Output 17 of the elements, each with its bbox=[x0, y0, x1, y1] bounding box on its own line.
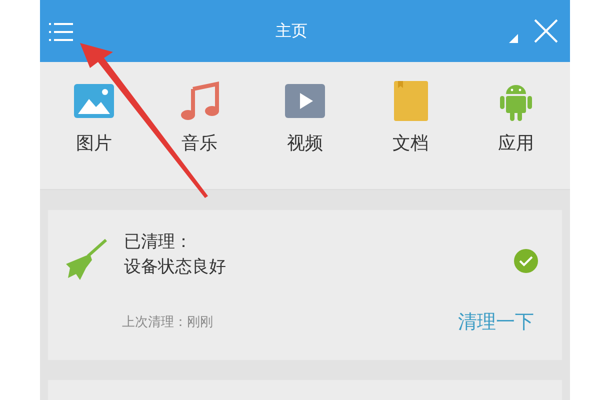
category-item[interactable]: 图片 bbox=[64, 80, 124, 189]
status-text: 设备状态良好 bbox=[124, 256, 227, 279]
category-item[interactable]: 音乐 bbox=[170, 80, 230, 189]
last-clean-text: 上次清理：刚刚 bbox=[122, 314, 213, 332]
play-icon bbox=[285, 84, 325, 118]
document-icon bbox=[394, 81, 428, 121]
category-item[interactable]: 文档 bbox=[380, 80, 440, 189]
category-item[interactable]: 应用 bbox=[486, 80, 546, 189]
category-item[interactable]: 视频 bbox=[275, 80, 335, 189]
picture-icon bbox=[74, 84, 114, 118]
status-heading: 已清理： bbox=[124, 231, 193, 254]
close-icon bbox=[534, 19, 558, 44]
corner-triangle-icon bbox=[509, 34, 518, 42]
screen-title: 主页 bbox=[276, 20, 308, 42]
music-note-icon bbox=[180, 81, 218, 121]
menu-icon bbox=[48, 20, 74, 43]
close-button[interactable] bbox=[534, 18, 558, 44]
